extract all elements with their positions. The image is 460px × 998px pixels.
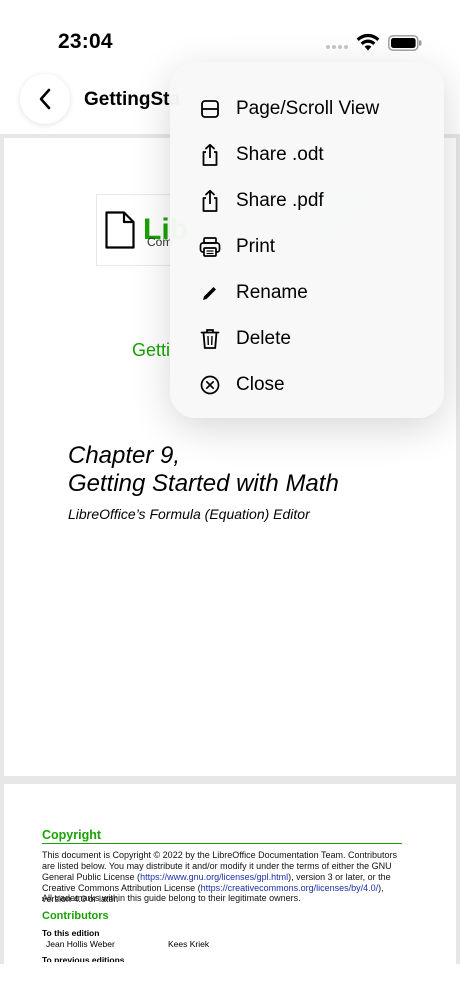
page-scroll-icon (198, 97, 222, 121)
wifi-icon (356, 33, 380, 51)
menu-item-label: Print (236, 236, 276, 257)
status-time: 23:04 (58, 30, 113, 53)
cc-link[interactable]: https://creativecommons.org/licenses/by/… (201, 883, 379, 893)
gpl-link[interactable]: https://www.gnu.org/licenses/gpl.html (140, 872, 288, 882)
contributor-name: Kees Kriek (168, 939, 210, 949)
chapter-title-line-2: Getting Started with Math (68, 470, 339, 498)
menu-item-label: Share .odt (236, 144, 324, 165)
menu-item-label: Share .pdf (236, 190, 324, 211)
menu-item-rename[interactable]: Rename (170, 270, 444, 316)
close-circle-icon (198, 373, 222, 397)
contributors-heading: Contributors (42, 910, 109, 922)
menu-item-delete[interactable]: Delete (170, 316, 444, 362)
chapter-title: Chapter 9, Getting Started with Math (68, 442, 339, 499)
trash-icon (198, 327, 222, 351)
menu-item-label: Close (236, 374, 285, 395)
cover-heading: Getti (132, 340, 171, 360)
contributor-name: Jean Hollis Weber (46, 939, 115, 949)
cellular-signal-icon (326, 45, 348, 49)
this-edition-label: To this edition (42, 928, 100, 938)
copyright-heading: Copyright (42, 828, 102, 842)
menu-item-label: Rename (236, 282, 308, 303)
printer-icon (198, 235, 222, 259)
back-button[interactable] (20, 74, 70, 124)
document-actions-menu: Page/Scroll View Share .odt Share .pdf P… (170, 62, 444, 418)
menu-item-close[interactable]: Close (170, 362, 444, 408)
menu-item-label: Page/Scroll View (236, 98, 380, 119)
chevron-left-icon (39, 88, 51, 110)
document-logo-icon (105, 211, 135, 249)
menu-item-share-pdf[interactable]: Share .pdf (170, 178, 444, 224)
pencil-icon (198, 281, 222, 305)
share-icon (198, 143, 222, 167)
menu-item-label: Delete (236, 328, 291, 349)
document-title: GettingSta (84, 89, 181, 110)
document-page-2: Copyright This document is Copyright © 2… (4, 784, 456, 964)
menu-item-page-scroll-view[interactable]: Page/Scroll View (170, 86, 444, 132)
previous-editions-label: To previous editions (42, 955, 125, 962)
chapter-title-line-1: Chapter 9, (68, 442, 181, 469)
heading-rule (42, 843, 402, 844)
menu-item-print[interactable]: Print (170, 224, 444, 270)
battery-icon (388, 35, 422, 51)
share-icon (198, 189, 222, 213)
menu-item-share-odt[interactable]: Share .odt (170, 132, 444, 178)
logo-subtext: Com (147, 235, 173, 249)
trademarks-text: All trademarks within this guide belong … (42, 893, 301, 903)
chapter-subtitle: LibreOffice’s Formula (Equation) Editor (68, 506, 310, 522)
